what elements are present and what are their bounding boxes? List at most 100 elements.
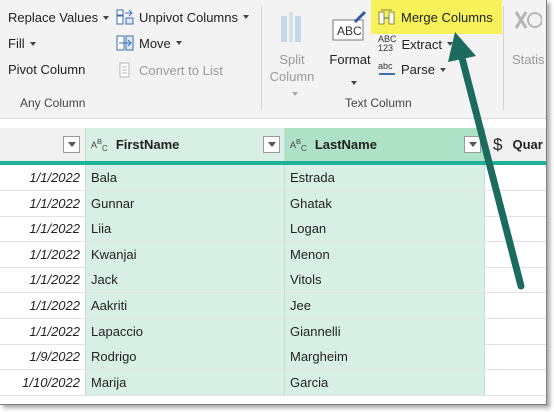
group-separator — [261, 6, 262, 110]
date-cell[interactable]: 1/1/2022 — [0, 293, 85, 318]
date-cell[interactable]: 1/1/2022 — [0, 216, 85, 241]
ribbon: Replace Values Fill Pivot Column Unpivot… — [0, 0, 546, 119]
table-row: 1/1/2022 Bala Estrada — [0, 165, 546, 191]
firstname-cell[interactable]: Gunnar — [85, 190, 284, 216]
column-header-date[interactable] — [0, 128, 85, 161]
date-cell[interactable]: 1/10/2022 — [0, 370, 85, 395]
column-header-quantity[interactable]: $ Quar — [485, 128, 546, 161]
format-icon: ABC — [332, 10, 367, 41]
move-button[interactable]: Move — [116, 35, 182, 51]
date-cell[interactable]: 1/1/2022 — [0, 242, 85, 267]
lastname-cell[interactable]: Estrada — [284, 165, 485, 190]
date-cell[interactable]: 1/1/2022 — [0, 165, 85, 190]
table-row: 1/9/2022 Rodrigo Margheim — [0, 344, 546, 371]
statistics-icon — [514, 11, 542, 29]
merge-columns-button[interactable]: Merge Columns — [378, 9, 493, 25]
format-label: Format — [329, 52, 371, 67]
lastname-cell[interactable]: Margheim — [284, 344, 485, 370]
quantity-cell[interactable] — [485, 344, 546, 369]
move-label: Move — [139, 35, 171, 51]
replace-values-label: Replace Values — [8, 10, 99, 25]
quantity-cell[interactable] — [485, 370, 546, 395]
quantity-cell[interactable] — [485, 267, 546, 292]
quantity-cell[interactable] — [485, 319, 546, 344]
date-cell[interactable]: 1/1/2022 — [0, 319, 85, 344]
firstname-cell[interactable]: Lapaccio — [85, 318, 284, 344]
convert-to-list-label: Convert to List — [139, 62, 223, 78]
move-icon — [116, 35, 134, 51]
quantity-cell[interactable] — [485, 216, 546, 241]
currency-type-icon: $ — [493, 134, 503, 154]
statistics-button[interactable]: Statis — [508, 8, 546, 78]
convert-to-list-button[interactable]: Convert to List — [116, 62, 223, 78]
firstname-cell[interactable]: Jack — [85, 267, 284, 293]
firstname-cell[interactable]: Bala — [85, 165, 284, 190]
lastname-cell[interactable]: Giannelli — [284, 318, 485, 344]
group-separator — [503, 6, 504, 110]
column-header-firstname[interactable]: ABC FirstName — [85, 128, 284, 161]
fill-button[interactable]: Fill — [8, 36, 36, 51]
lastname-cell[interactable]: Menon — [284, 241, 485, 267]
chevron-down-icon — [29, 41, 36, 46]
table-row: 1/1/2022 Lapaccio Giannelli — [0, 318, 546, 345]
power-query-window: Replace Values Fill Pivot Column Unpivot… — [0, 0, 547, 405]
lastname-cell[interactable]: Ghatak — [284, 190, 485, 216]
pivot-column-button[interactable]: Pivot Column — [8, 62, 85, 77]
merge-columns-label: Merge Columns — [401, 9, 493, 25]
split-column-button[interactable]: Split Column — [266, 8, 318, 96]
pivot-column-label: Pivot Column — [8, 62, 86, 77]
fill-label: Fill — [8, 36, 25, 51]
extract-label: Extract — [401, 36, 442, 52]
chevron-down-icon — [439, 67, 446, 72]
split-column-icon — [281, 12, 301, 42]
text-type-glyph-c: C — [102, 143, 108, 153]
firstname-cell[interactable]: Aakriti — [85, 293, 284, 318]
firstname-cell[interactable]: Rodrigo — [85, 344, 284, 370]
column-header-label: Quar — [512, 137, 543, 152]
abc-123-icon: ABC 123 — [378, 35, 397, 53]
merge-columns-icon — [378, 9, 395, 25]
unpivot-icon — [116, 9, 134, 25]
chevron-down-icon — [446, 42, 453, 46]
chevron-down-icon — [351, 81, 357, 85]
parse-button[interactable]: abc Parse — [378, 62, 446, 77]
lastname-cell[interactable]: Jee — [284, 293, 485, 318]
lastname-cell[interactable]: Vitols — [284, 267, 485, 293]
format-icon-glyph: ABC — [337, 24, 362, 38]
date-cell[interactable]: 1/9/2022 — [0, 344, 85, 369]
quantity-cell[interactable] — [485, 293, 546, 318]
quantity-cell[interactable] — [485, 242, 546, 267]
firstname-cell[interactable]: Marija — [85, 369, 284, 395]
table-row: 1/1/2022 Kwanjai Menon — [0, 241, 546, 268]
firstname-cell[interactable]: Kwanjai — [85, 241, 284, 267]
unpivot-columns-label: Unpivot Columns — [139, 9, 238, 25]
format-button[interactable]: ABC Format — [326, 8, 374, 85]
text-column-group-label: Text Column — [345, 96, 412, 110]
quantity-cell[interactable] — [485, 191, 546, 216]
lastname-cell[interactable]: Garcia — [284, 369, 485, 395]
lastname-cell[interactable]: Logan — [284, 216, 485, 242]
column-filter-dropdown[interactable] — [63, 136, 80, 153]
split-column-label-2: Column — [269, 69, 315, 84]
column-filter-dropdown[interactable] — [464, 136, 481, 153]
split-column-label-1: Split — [279, 52, 305, 67]
date-cell[interactable]: 1/1/2022 — [0, 267, 85, 292]
date-cell[interactable]: 1/1/2022 — [0, 191, 85, 216]
table-row: 1/10/2022 Marija Garcia — [0, 369, 546, 396]
extract-button[interactable]: ABC 123 Extract — [378, 35, 453, 53]
firstname-cell[interactable]: Liia — [85, 216, 284, 242]
parse-icon-lines — [379, 73, 395, 75]
list-icon — [119, 62, 130, 78]
column-header-label: LastName — [314, 137, 377, 152]
column-filter-dropdown[interactable] — [263, 136, 280, 153]
unpivot-columns-button[interactable]: Unpivot Columns — [116, 9, 249, 25]
parse-label: Parse — [401, 62, 435, 77]
quantity-cell[interactable] — [485, 165, 546, 190]
chevron-down-icon — [291, 92, 298, 96]
abc-123-icon-bottom: 123 — [378, 43, 394, 53]
replace-values-button[interactable]: Replace Values — [8, 10, 110, 25]
text-type-icon: ABC — [290, 137, 307, 153]
parse-icon: abc — [378, 62, 396, 77]
chevron-down-icon — [243, 15, 249, 19]
column-header-lastname[interactable]: ABC LastName — [284, 128, 485, 161]
